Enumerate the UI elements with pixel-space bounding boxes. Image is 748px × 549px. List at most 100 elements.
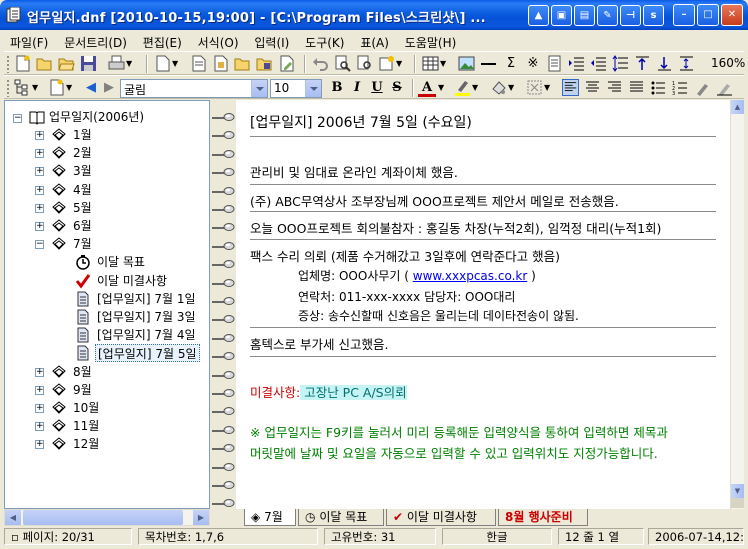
minimize-button[interactable]: – [673, 4, 695, 26]
tab-monthly-goal[interactable]: ◷ 이달 목표 [298, 509, 384, 526]
folder-save-icon[interactable] [256, 55, 273, 72]
scroll-up-icon[interactable]: ▲ [731, 100, 744, 114]
tree-july-item[interactable]: 이달 미결사항 [95, 272, 169, 290]
edit-icon[interactable]: ✎ [597, 5, 618, 26]
table-icon[interactable] [422, 55, 439, 72]
tree-root-label[interactable]: 업무일지(2006년) [49, 108, 144, 126]
bold-button[interactable]: B [328, 79, 346, 97]
open-folder-icon[interactable] [36, 55, 53, 72]
tab-pending[interactable]: ✔ 이달 미결사항 [386, 509, 496, 526]
save-icon[interactable] [80, 55, 97, 72]
document-page[interactable]: [업무일지] 2006년 7월 5일 (수요일) 관리비 및 임대료 온라인 계… [236, 100, 730, 509]
tree-month-11[interactable]: 11월 [73, 417, 99, 435]
image-icon[interactable] [458, 55, 475, 72]
chevron-down-icon[interactable] [305, 80, 321, 97]
document-copy-icon[interactable] [212, 55, 229, 72]
maximize-button[interactable]: □ [697, 4, 719, 26]
window-icon[interactable]: ▣ [551, 5, 572, 26]
font-color-button[interactable]: A [418, 79, 436, 97]
collapse-toggle[interactable]: − [13, 114, 22, 123]
font-name-select[interactable]: 굴림 [120, 79, 268, 98]
chevron-down-icon[interactable] [251, 80, 267, 97]
expand-toggle[interactable]: + [35, 186, 44, 195]
shading-icon[interactable] [490, 79, 507, 96]
paragraph-spacing-icon[interactable] [678, 55, 695, 72]
horizontal-line-icon[interactable] [480, 55, 497, 72]
tree-july-item[interactable]: [업무일지] 7월 4일 [95, 326, 198, 344]
line-spacing-icon[interactable] [612, 55, 629, 72]
tree-month-9[interactable]: 9월 [73, 381, 92, 399]
document-edit-icon[interactable] [278, 55, 295, 72]
tab-event-prep[interactable]: 8월 행사준비 [498, 509, 588, 526]
expand-toggle[interactable]: + [35, 204, 44, 213]
undo-icon[interactable] [312, 55, 329, 72]
font-size-select[interactable]: 10 [270, 79, 322, 98]
dropdown-arrow-icon[interactable]: ▼ [544, 83, 550, 92]
justify-icon[interactable] [628, 79, 645, 96]
paragraph-up-icon[interactable] [634, 55, 651, 72]
tree-month-5[interactable]: 5월 [73, 199, 92, 217]
expand-toggle[interactable]: + [35, 131, 44, 140]
dropdown-arrow-icon[interactable]: ▼ [440, 59, 446, 68]
expand-toggle[interactable]: + [35, 422, 44, 431]
tree-month-12[interactable]: 12월 [73, 435, 99, 453]
title-bar[interactable]: 업무일지.dnf [2010-10-15,19:00] - [C:\Progra… [0, 0, 748, 30]
memo-icon[interactable] [546, 55, 563, 72]
expand-toggle[interactable]: + [35, 149, 44, 158]
collapse-toggle[interactable]: − [35, 240, 44, 249]
collapse-up-icon[interactable]: ▲ [528, 5, 549, 26]
new-page-icon[interactable] [154, 55, 171, 72]
tree-view-icon[interactable] [14, 79, 31, 96]
back-arrow-icon[interactable]: ◀ [82, 79, 100, 97]
scroll-right-icon[interactable]: ▶ [193, 510, 209, 525]
vertical-scrollbar[interactable]: ▲ ▼ [730, 100, 744, 509]
expand-toggle[interactable]: + [35, 368, 44, 377]
dropdown-arrow-icon[interactable]: ▼ [66, 83, 72, 92]
open-folder-icon[interactable] [58, 55, 75, 72]
dropdown-arrow-icon[interactable]: ▼ [172, 59, 178, 68]
toolbar-grip[interactable] [6, 79, 10, 97]
tree-july-item[interactable]: [업무일지] 7월 3일 [95, 308, 198, 326]
underline-button[interactable]: U [368, 79, 386, 97]
tab-july[interactable]: ◈ 7월 [244, 509, 296, 526]
paragraph-down-icon[interactable] [656, 55, 673, 72]
tree-month-7[interactable]: 7월 [73, 235, 92, 253]
folder-open-icon[interactable] [234, 55, 251, 72]
dropdown-arrow-icon[interactable]: ▼ [126, 59, 132, 68]
tree-horizontal-scrollbar[interactable]: ◀ ▶ [4, 509, 210, 526]
outdent-list-icon[interactable] [590, 55, 607, 72]
pin-icon[interactable]: ⊣ [620, 5, 641, 26]
replace-icon[interactable] [356, 55, 373, 72]
align-center-icon[interactable] [584, 79, 601, 96]
scroll-down-icon[interactable]: ▼ [731, 484, 744, 498]
brush-icon[interactable] [694, 79, 711, 96]
split-handle[interactable] [731, 498, 744, 508]
align-right-icon[interactable] [606, 79, 623, 96]
find-icon[interactable] [334, 55, 351, 72]
note-icon[interactable]: ▤ [574, 5, 595, 26]
expand-toggle[interactable]: + [35, 404, 44, 413]
page-icon[interactable] [48, 79, 65, 96]
vendor-link[interactable]: www.xxxpcas.co.kr [413, 269, 528, 283]
zoom-level[interactable]: 160% [708, 55, 746, 74]
forward-arrow-icon[interactable]: ▶ [100, 79, 118, 97]
tree-month-6[interactable]: 6월 [73, 217, 92, 235]
document-tree[interactable]: − 업무일지(2006년) +1월 +2월 +3월 +4월 +5월 +6월 − 7월 이달 목표… [4, 100, 210, 509]
tree-month-10[interactable]: 10월 [73, 399, 99, 417]
numbered-list-icon[interactable]: 123 [672, 79, 689, 96]
strikethrough-button[interactable]: S [388, 79, 406, 97]
insert-object-icon[interactable] [378, 55, 395, 72]
expand-toggle[interactable]: + [35, 167, 44, 176]
bullet-list-icon[interactable] [650, 79, 667, 96]
document-text-icon[interactable] [190, 55, 207, 72]
tree-month-2[interactable]: 2월 [73, 144, 92, 162]
sum-icon[interactable]: Σ [502, 55, 520, 73]
scroll-left-icon[interactable]: ◀ [5, 510, 21, 525]
tree-month-1[interactable]: 1월 [73, 126, 92, 144]
tree-month-8[interactable]: 8월 [73, 363, 92, 381]
tree-month-3[interactable]: 3월 [73, 162, 92, 180]
italic-button[interactable]: I [348, 79, 366, 97]
s-button[interactable]: s [643, 5, 664, 26]
border-icon[interactable] [526, 79, 543, 96]
toolbar-grip[interactable] [6, 55, 10, 73]
